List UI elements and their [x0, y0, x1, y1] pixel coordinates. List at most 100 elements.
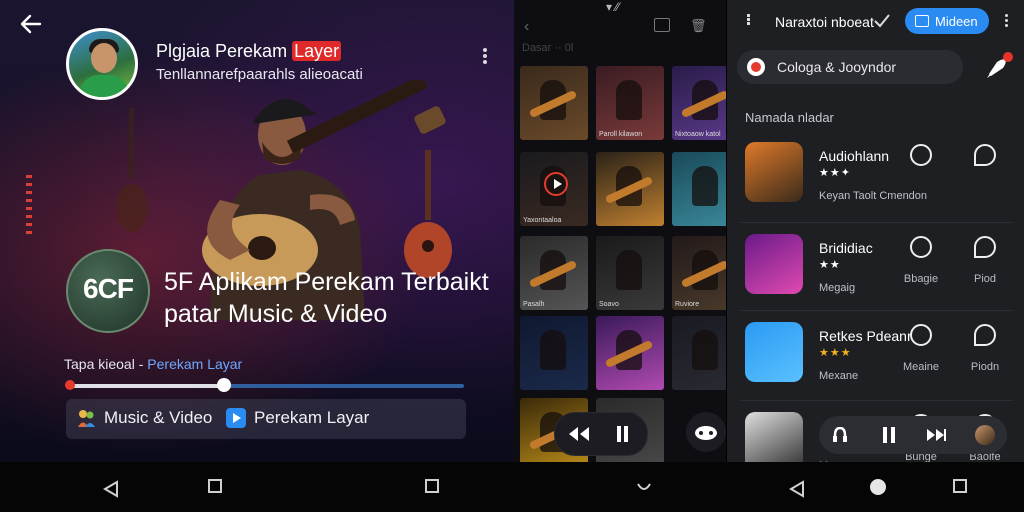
video-thumbnail[interactable]: Nixtoaow katol: [672, 66, 726, 140]
status-icons: ▾ ⁄⁄: [606, 0, 620, 14]
thumbnail-caption: Ruviore: [675, 301, 700, 308]
app-subtitle: Megaig: [819, 282, 856, 294]
app-name: Brididiac: [819, 240, 873, 256]
play-icon: [226, 408, 246, 428]
video-player-panel: Plgjaia Perekam Layer Tenllannarefpaarah…: [0, 0, 514, 462]
title-prefix: Plgjaia Perekam: [156, 41, 293, 61]
video-thumbnail[interactable]: [672, 316, 726, 390]
app-action-label: Piodn: [970, 361, 1000, 373]
brand-logo-text: 6CF: [83, 273, 134, 304]
video-thumbnail[interactable]: Paroll kilawon: [596, 66, 664, 140]
app-list-item[interactable]: Retkes Pdeanr ★★★ Mexane Meaine Piodn: [727, 322, 1024, 412]
channel-avatar[interactable]: [66, 28, 138, 100]
menu-icon[interactable]: [747, 13, 761, 27]
stage-light-decoration: [26, 175, 32, 235]
nav-assistant-icon[interactable]: [636, 482, 652, 494]
more-options-icon[interactable]: [478, 46, 492, 66]
cast-icon[interactable]: [654, 18, 670, 32]
app-icon[interactable]: [745, 234, 803, 294]
app-subtitle: Keyan Taolt Cmendon: [819, 190, 928, 202]
tag-bar: Music & Video Perekam Layar: [66, 399, 466, 439]
tag-music-video[interactable]: Music & Video: [76, 408, 212, 428]
rocket-icon[interactable]: [983, 52, 1013, 80]
video-thumbnail[interactable]: [520, 316, 588, 390]
right-mini-controls: [819, 416, 1007, 454]
nav-back-icon[interactable]: [788, 480, 806, 498]
seek-bar[interactable]: [65, 378, 464, 392]
app-action-primary[interactable]: Bbagie: [899, 236, 943, 285]
thumbnail-figure: [692, 166, 718, 206]
progress-prefix: Tapa kieoal -: [64, 356, 148, 372]
trash-icon[interactable]: 🗑: [690, 18, 707, 34]
skip-forward-icon[interactable]: [925, 427, 947, 443]
search-text: Cologa & Jooyndor: [777, 59, 897, 75]
thumbnail-figure: [692, 330, 718, 370]
tag-perekam-layar[interactable]: Perekam Layar: [226, 408, 369, 428]
search-bar[interactable]: Cologa & Jooyndor: [737, 50, 963, 84]
bookmark-icon: [910, 324, 932, 346]
user-avatar[interactable]: [975, 425, 995, 445]
app-list-panel: Naraxtoi nboeat Mideen Cologa & Jooyndor…: [727, 0, 1024, 462]
list-divider: [741, 310, 1013, 311]
brand-logo: 6CF: [66, 249, 150, 333]
nav-recents-icon[interactable]: [208, 479, 222, 493]
thumbnail-caption: Pasalh: [523, 301, 545, 308]
progress-accent: Perekam Layar: [147, 356, 243, 372]
thumbnail-caption: Paroll kilawon: [599, 131, 643, 138]
seek-thumb[interactable]: [216, 378, 231, 392]
app-action-label: Bbagie: [903, 273, 939, 285]
video-thumbnail[interactable]: [596, 316, 664, 390]
tag-label: Perekam Layar: [254, 408, 370, 427]
app-action-secondary[interactable]: [963, 144, 1007, 181]
video-thumbnail[interactable]: [672, 152, 726, 226]
back-arrow-icon[interactable]: [18, 12, 44, 36]
app-name: Retkes Pdeanr: [819, 328, 912, 344]
pause-icon[interactable]: [615, 426, 629, 442]
thumbnail-figure: [616, 250, 642, 290]
app-action-primary[interactable]: [899, 144, 943, 181]
app-action-secondary[interactable]: Piodn: [963, 324, 1007, 373]
pause-icon[interactable]: [881, 427, 897, 443]
bookmark-icon: [910, 144, 932, 166]
video-thumbnail[interactable]: Soavo: [596, 236, 664, 310]
app-rating-stars: ★★: [819, 259, 841, 271]
nav-recents-icon[interactable]: [953, 479, 967, 493]
app-icon[interactable]: [745, 322, 803, 382]
app-list-item[interactable]: Audiohlann ★★✦ Keyan Taolt Cmendon: [727, 142, 1024, 232]
video-camera-icon: [915, 15, 929, 27]
section-title: Namada nladar: [745, 110, 834, 125]
app-action-primary[interactable]: Meaine: [899, 324, 943, 373]
video-thumbnail[interactable]: [596, 152, 664, 226]
bookmark-icon: [910, 236, 932, 258]
rewind-icon[interactable]: [567, 425, 591, 443]
search-icon: [974, 144, 996, 166]
play-button-icon[interactable]: [544, 172, 568, 196]
check-icon[interactable]: [873, 12, 891, 30]
video-thumbnail[interactable]: Pasalh: [520, 236, 588, 310]
video-pill-button[interactable]: Mideen: [905, 8, 989, 34]
video-title: Plgjaia Perekam Layer: [156, 41, 342, 62]
app-icon[interactable]: [745, 412, 803, 462]
app-list-item[interactable]: Brididiac ★★ Megaig Bbagie Piod: [727, 234, 1024, 324]
record-icon: [747, 58, 765, 76]
nav-recents-icon[interactable]: [425, 479, 439, 493]
video-thumbnail[interactable]: Yaxontaaloa: [520, 152, 588, 226]
nav-back-icon[interactable]: [102, 480, 120, 498]
thumbnail-caption: Yaxontaaloa: [523, 217, 562, 224]
seek-start-dot: [65, 380, 75, 390]
app-icon[interactable]: [745, 142, 803, 202]
list-divider: [741, 222, 1013, 223]
app-action-secondary[interactable]: Piod: [963, 236, 1007, 285]
progress-label: Tapa kieoal - Perekam Layar: [64, 356, 242, 372]
chevron-left-icon[interactable]: ‹: [524, 18, 529, 36]
background-guitar-icon: [116, 108, 148, 232]
video-thumbnail[interactable]: Ruviore: [672, 236, 726, 310]
thumbnail-caption: Soavo: [599, 301, 619, 308]
video-thumbnail[interactable]: [520, 66, 588, 140]
mini-extra-button[interactable]: [686, 412, 726, 452]
headline-line-2: patar Music & Video: [164, 300, 388, 328]
app-name: Audiohlann: [819, 148, 890, 164]
nav-home-icon[interactable]: [870, 479, 886, 495]
headphones-icon[interactable]: [833, 427, 847, 443]
more-options-icon[interactable]: [1003, 12, 1009, 30]
